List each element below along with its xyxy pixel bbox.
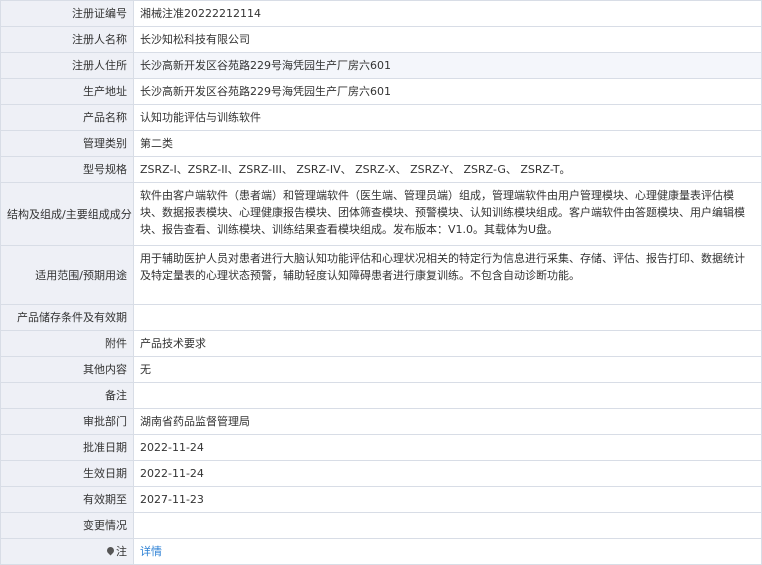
registration-detail-table: 注册证编号 湘械注准20222212114 注册人名称 长沙知松科技有限公司 注… xyxy=(0,0,762,565)
row-management-category: 管理类别 第二类 xyxy=(0,130,762,157)
row-effective-date: 生效日期 2022-11-24 xyxy=(0,460,762,487)
row-label: 变更情况 xyxy=(0,512,134,539)
row-value: 第二类 xyxy=(133,130,762,157)
row-label: 管理类别 xyxy=(0,130,134,157)
registration-detail-page: 注册证编号 湘械注准20222212114 注册人名称 长沙知松科技有限公司 注… xyxy=(0,0,762,565)
row-value: ZSRZ-I、ZSRZ-II、ZSRZ-III、 ZSRZ-IV、 ZSRZ-X… xyxy=(133,156,762,183)
row-production-address: 生产地址 长沙高新开发区谷苑路229号海凭园生产厂房六601 xyxy=(0,78,762,105)
row-registration-number: 注册证编号 湘械注准20222212114 xyxy=(0,0,762,27)
row-label: 审批部门 xyxy=(0,408,134,435)
row-label: 注册人名称 xyxy=(0,26,134,53)
row-approval-date: 批准日期 2022-11-24 xyxy=(0,434,762,461)
row-structure-composition: 结构及组成/主要组成成分 软件由客户端软件（患者端）和管理端软件（医生端、管理员… xyxy=(0,182,762,246)
row-registrant-name: 注册人名称 长沙知松科技有限公司 xyxy=(0,26,762,53)
row-value: 2027-11-23 xyxy=(133,486,762,513)
row-value: 产品技术要求 xyxy=(133,330,762,357)
row-value xyxy=(133,382,762,409)
row-label: 批准日期 xyxy=(0,434,134,461)
row-label: 生产地址 xyxy=(0,78,134,105)
row-label: 产品名称 xyxy=(0,104,134,131)
row-label: 产品储存条件及有效期 xyxy=(0,304,134,331)
row-label: 备注 xyxy=(0,382,134,409)
row-label: 有效期至 xyxy=(0,486,134,513)
row-value: 无 xyxy=(133,356,762,383)
row-value: 2022-11-24 xyxy=(133,460,762,487)
row-value: 软件由客户端软件（患者端）和管理端软件（医生端、管理员端）组成，管理端软件由用户… xyxy=(133,182,762,246)
row-label: 结构及组成/主要组成成分 xyxy=(0,182,134,246)
row-value: 湖南省药品监督管理局 xyxy=(133,408,762,435)
row-label: 注册证编号 xyxy=(0,0,134,27)
row-value: 认知功能评估与训练软件 xyxy=(133,104,762,131)
row-value: 用于辅助医护人员对患者进行大脑认知功能评估和心理状况相关的特定行为信息进行采集、… xyxy=(133,245,762,305)
row-label: 其他内容 xyxy=(0,356,134,383)
row-other-content: 其他内容 无 xyxy=(0,356,762,383)
row-value: 长沙高新开发区谷苑路229号海凭园生产厂房六601 xyxy=(133,52,762,79)
row-label: 型号规格 xyxy=(0,156,134,183)
row-value: 长沙知松科技有限公司 xyxy=(133,26,762,53)
row-value: 湘械注准20222212114 xyxy=(133,0,762,27)
row-change-history: 变更情况 xyxy=(0,512,762,539)
row-label: 注册人住所 xyxy=(0,52,134,79)
row-intended-use: 适用范围/预期用途 用于辅助医护人员对患者进行大脑认知功能评估和心理状况相关的特… xyxy=(0,245,762,305)
row-approval-department: 审批部门 湖南省药品监督管理局 xyxy=(0,408,762,435)
row-label: 生效日期 xyxy=(0,460,134,487)
row-storage-conditions: 产品储存条件及有效期 xyxy=(0,304,762,331)
row-value xyxy=(133,304,762,331)
row-value: 长沙高新开发区谷苑路229号海凭园生产厂房六601 xyxy=(133,78,762,105)
row-model-specification: 型号规格 ZSRZ-I、ZSRZ-II、ZSRZ-III、 ZSRZ-IV、 Z… xyxy=(0,156,762,183)
row-valid-until: 有效期至 2027-11-23 xyxy=(0,486,762,513)
row-attachment: 附件 产品技术要求 xyxy=(0,330,762,357)
row-remarks: 备注 xyxy=(0,382,762,409)
row-registrant-address: 注册人住所 长沙高新开发区谷苑路229号海凭园生产厂房六601 xyxy=(0,52,762,79)
row-value: 2022-11-24 xyxy=(133,434,762,461)
row-value xyxy=(133,512,762,539)
row-product-name: 产品名称 认知功能评估与训练软件 xyxy=(0,104,762,131)
row-label: 适用范围/预期用途 xyxy=(0,245,134,305)
pin-icon xyxy=(105,545,116,556)
row-label: 附件 xyxy=(0,330,134,357)
